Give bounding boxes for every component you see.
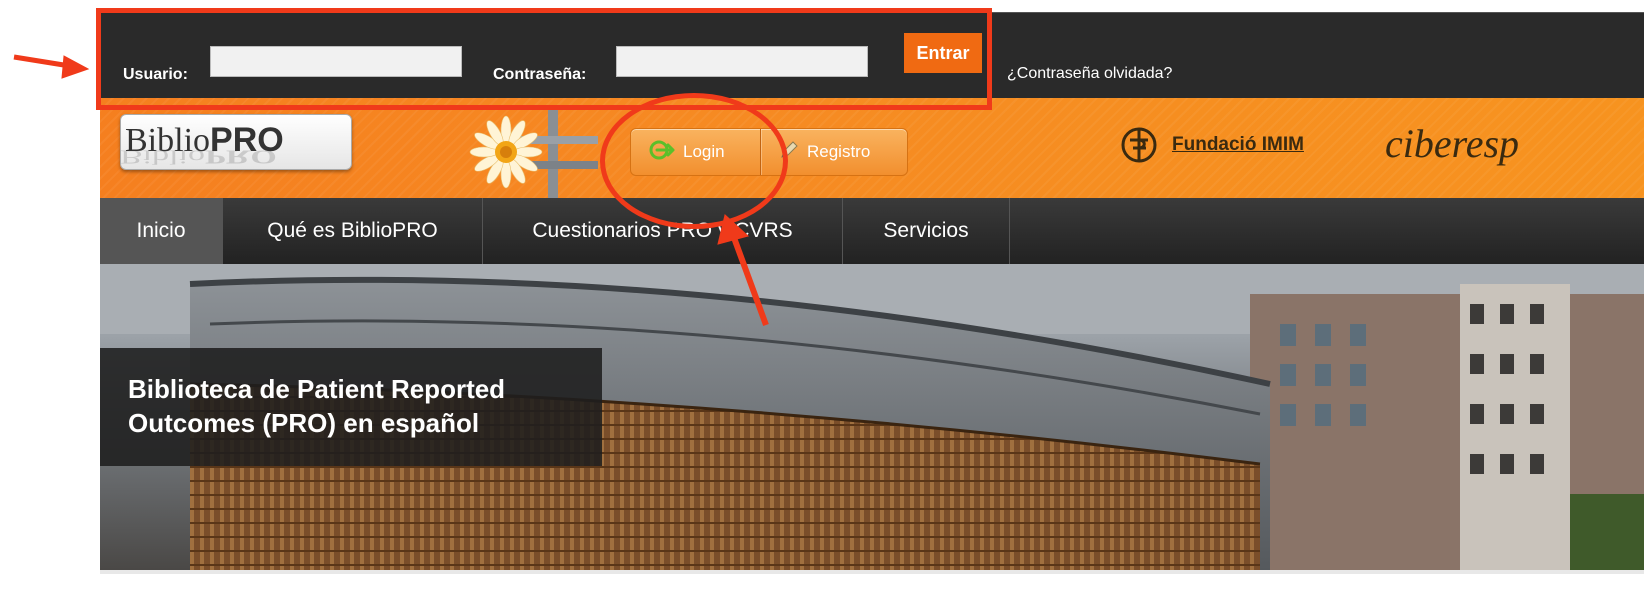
left-arrow-head	[61, 55, 90, 79]
up-arrow-shaft	[730, 233, 769, 327]
up-arrow-head	[717, 214, 750, 245]
left-arrow-shaft	[13, 54, 71, 69]
annotation-arrows	[13, 54, 769, 327]
